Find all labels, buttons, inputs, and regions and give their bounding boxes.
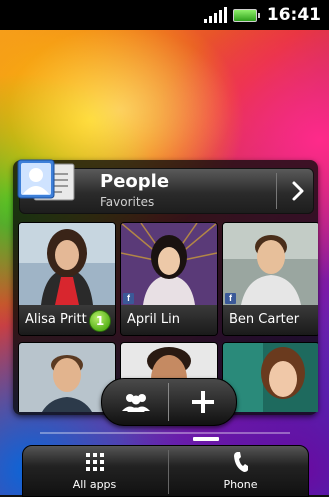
status-time: 16:41: [266, 5, 321, 25]
contact-tile[interactable]: f April Lin: [120, 222, 218, 336]
plus-icon: [191, 391, 214, 413]
contact-photo: [121, 223, 217, 305]
add-contact-button[interactable]: [169, 379, 236, 425]
all-apps-button[interactable]: All apps: [23, 446, 166, 496]
contact-card-icon: [17, 159, 75, 201]
page-indicator-track: [40, 432, 290, 434]
contact-tile[interactable]: f Ben Carter: [222, 222, 318, 336]
all-apps-label: All apps: [72, 478, 117, 491]
status-bar: 16:41: [0, 0, 329, 30]
phone-icon: [233, 452, 248, 472]
widget-subtitle: Favorites: [100, 195, 155, 209]
contact-name: Ben Carter: [223, 305, 318, 335]
chevron-right-icon[interactable]: [288, 179, 308, 203]
contact-name: April Lin: [121, 305, 217, 335]
header-divider: [276, 173, 277, 209]
widget-action-bar: [101, 378, 237, 426]
contact-photo: [19, 223, 115, 305]
bottom-dock: All apps Phone: [22, 445, 309, 497]
contact-tile[interactable]: Alisa Pritt 1: [18, 222, 116, 336]
contact-photo: [223, 223, 318, 305]
contact-photo: [223, 343, 318, 412]
battery-icon: [232, 8, 260, 22]
phone-label: Phone: [223, 478, 258, 491]
widget-title: People: [100, 171, 170, 192]
groups-button[interactable]: [102, 379, 169, 425]
app-grid-icon: [85, 453, 104, 471]
people-group-icon: [121, 394, 150, 412]
signal-bars-icon: [203, 7, 227, 23]
facebook-icon: f: [123, 293, 134, 304]
facebook-icon: f: [225, 293, 236, 304]
notification-count-badge: 1: [89, 310, 111, 332]
page-indicator-current: [193, 437, 219, 441]
phone-button[interactable]: Phone: [169, 446, 312, 496]
